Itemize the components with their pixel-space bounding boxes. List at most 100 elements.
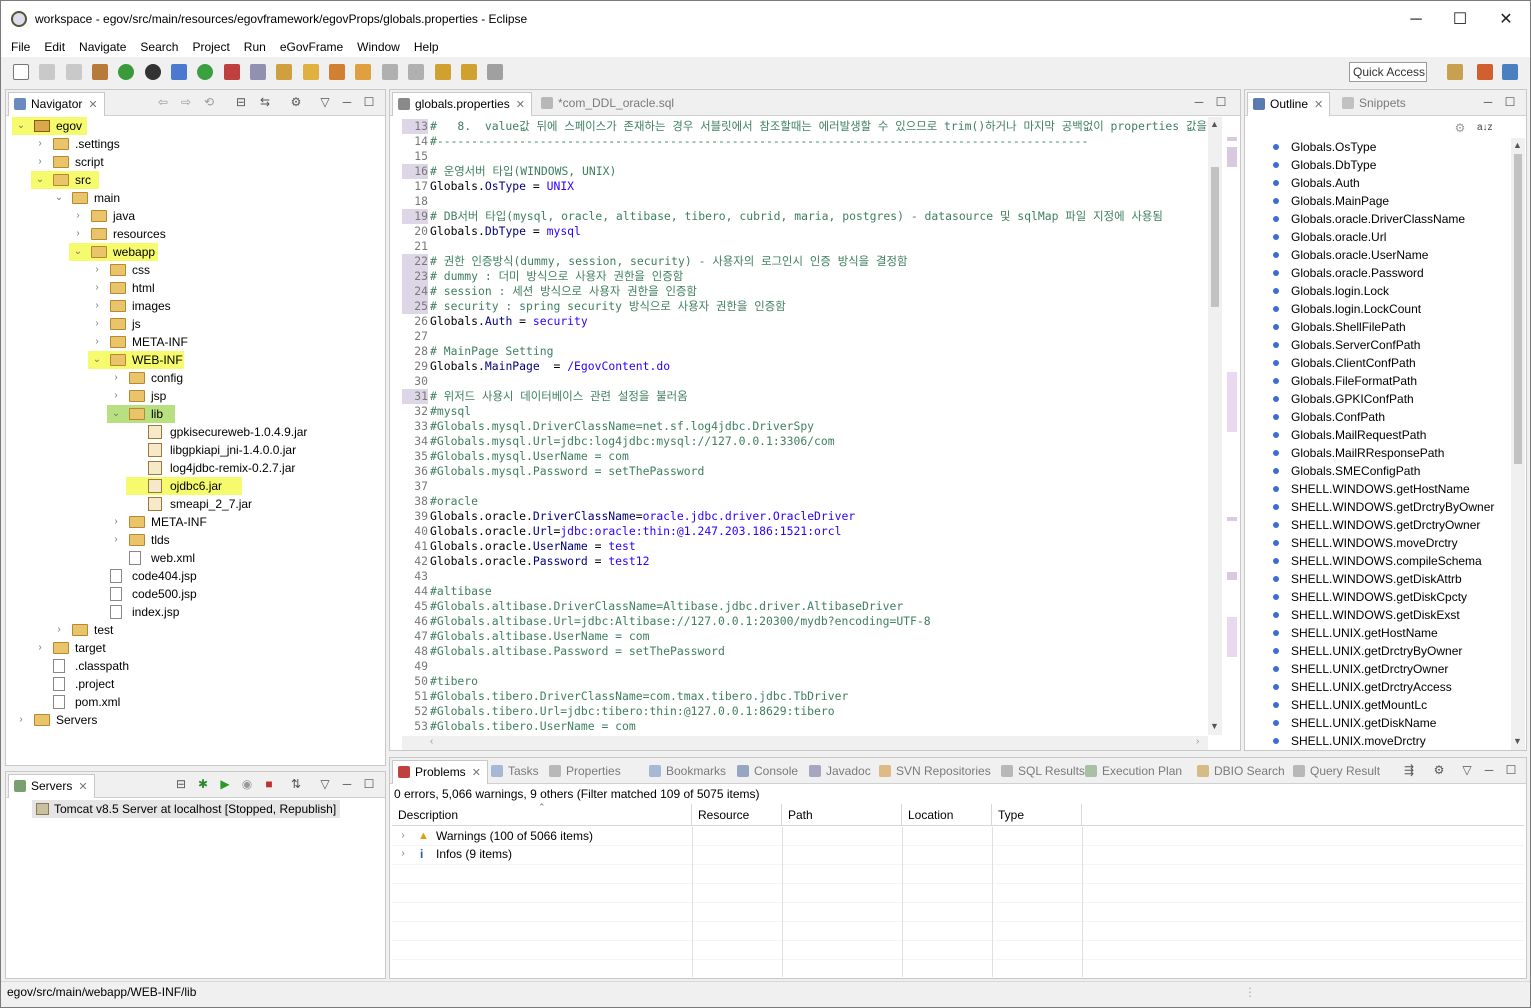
chevron-right-icon[interactable]: › [92,315,102,333]
filter-icon[interactable]: ⚙ [1453,122,1467,134]
prev-annotation-icon[interactable] [408,64,425,80]
outline-item[interactable]: SHELL.WINDOWS.getDrctryByOwner [1273,498,1494,516]
scroll-left-icon[interactable]: ‹ [430,736,433,747]
code-line[interactable]: #Globals.mysql.UserName = com [430,449,629,464]
chevron-down-icon[interactable]: ⌄ [73,243,83,261]
tree-item-web-inf[interactable]: ⌄ WEB-INF [92,351,183,369]
tree-item-test[interactable]: › test [56,621,113,639]
scroll-up-icon[interactable]: ▲ [1513,140,1522,150]
code-line[interactable]: Globals.OsType = UNIX [430,179,574,194]
menu-window[interactable]: Window [350,37,407,57]
code-line[interactable]: Globals.DbType = mysql [430,224,581,239]
chevron-down-icon[interactable]: ▽ [1460,764,1474,776]
menu-project[interactable]: Project [185,37,236,57]
tree-item-tlds[interactable]: › tlds [111,531,169,549]
save-icon[interactable] [39,64,56,80]
outline-item[interactable]: Globals.oracle.UserName [1273,246,1428,264]
outline-item[interactable]: Globals.DbType [1273,156,1376,174]
code-line[interactable]: #---------------------------------------… [430,134,1088,149]
chevron-down-icon[interactable]: ⌄ [16,117,26,135]
tree-item-resources[interactable]: › resources [75,225,165,243]
tree-item-smeapi-2-7-jar[interactable]: smeapi_2_7.jar [132,495,252,513]
code-line[interactable]: #Globals.altibase.UserName = com [430,629,649,644]
tree-item-src[interactable]: ⌄ src [36,171,91,189]
chevron-right-icon[interactable]: › [111,531,121,549]
tree-item-lib[interactable]: ⌄ lib [112,405,163,423]
tab-svn-repositories[interactable]: SVN Repositories [874,760,997,784]
tree-item-pom-xml[interactable]: pom.xml [37,693,120,711]
minimize-view-icon[interactable]: ─ [340,778,354,790]
chevron-right-icon[interactable]: › [35,153,45,171]
next-annotation-icon[interactable] [381,64,398,80]
code-line[interactable]: #Globals.tibero.UserName = com [430,719,636,734]
tree-item-libgpkiapi-jni-1-4-0-0-jar[interactable]: libgpkiapi_jni-1.4.0.0.jar [132,441,296,459]
chevron-down-icon[interactable]: ⌄ [92,351,102,369]
run-icon[interactable] [197,64,214,80]
open-type-icon[interactable] [276,64,293,80]
code-line[interactable]: #Globals.mysql.DriverClassName=net.sf.lo… [430,419,814,434]
chevron-right-icon[interactable]: › [92,333,102,351]
code-line[interactable]: Globals.oracle.Password = test12 [430,554,649,569]
maximize-view-icon[interactable]: ☐ [1214,96,1228,108]
tab-globals-properties[interactable]: globals.properties ✕ [392,92,532,116]
outline-item[interactable]: SHELL.UNIX.getDrctryOwner [1273,660,1448,678]
outline-item[interactable]: Globals.MainPage [1273,192,1389,210]
outline-item[interactable]: SHELL.WINDOWS.getHostName [1273,480,1470,498]
code-line[interactable]: #oracle [430,494,478,509]
tasks-icon[interactable] [355,64,372,80]
outline-item[interactable]: SHELL.WINDOWS.compileSchema [1273,552,1482,570]
tree-item-gpkisecureweb-1-0-4-9-jar[interactable]: gpkisecureweb-1.0.4.9.jar [132,423,307,441]
tree-item-code404-jsp[interactable]: code404.jsp [94,567,197,585]
chevron-right-icon[interactable]: › [92,279,102,297]
column-type[interactable]: Type [992,804,1082,826]
outline-item[interactable]: Globals.GPKIConfPath [1273,390,1414,408]
code-line[interactable]: # MainPage Setting [430,344,553,359]
open-perspective-icon[interactable] [1447,64,1463,80]
chevron-right-icon[interactable]: › [16,711,26,729]
chevron-right-icon[interactable]: › [92,297,102,315]
tab-console[interactable]: Console [732,760,804,784]
close-icon[interactable]: ✕ [1314,99,1323,111]
tree-item-index-jsp[interactable]: index.jsp [94,603,179,621]
tab-sql-results[interactable]: SQL Results [996,760,1091,784]
tree-item-script[interactable]: › script [35,153,103,171]
debug-profile-icon[interactable] [144,64,161,80]
link-editor-icon[interactable]: ⇆ [258,96,272,108]
filter-icon[interactable]: ⚙ [1432,764,1446,776]
minimize-view-icon[interactable]: ─ [340,96,354,108]
code-line[interactable]: # 위저드 사용시 데이터베이스 관련 설정을 불러옴 [430,389,688,404]
outline-vertical-scrollbar[interactable]: ▲ ▼ [1511,138,1525,750]
menu-file[interactable]: File [1,37,37,57]
code-line[interactable]: Globals.oracle.DriverClassName=oracle.jd… [430,509,855,524]
tree-item-settings[interactable]: › .settings [37,135,119,153]
chevron-down-icon[interactable]: ⌄ [54,189,64,207]
open-resource-icon[interactable] [302,64,319,80]
tree-item-ojdbc6-jar[interactable]: ojdbc6.jar [132,477,222,495]
outline-item[interactable]: Globals.oracle.Password [1273,264,1424,282]
code-line[interactable]: #Globals.altibase.DriverClassName=Altiba… [430,599,903,614]
chevron-right-icon[interactable]: › [398,827,408,845]
quick-access-field[interactable]: Quick Access [1349,62,1427,82]
menu-navigate[interactable]: Navigate [72,37,133,57]
sort-alpha-icon[interactable]: a↓z [1477,122,1493,134]
tab-properties[interactable]: Properties [544,760,627,784]
refresh-icon[interactable] [118,64,135,80]
outline-item[interactable]: Globals.SMEConfigPath [1273,462,1420,480]
problems-row-infos[interactable]: › i Infos (9 items) [392,845,512,863]
column-resource[interactable]: Resource [692,804,782,826]
server-entry[interactable]: Tomcat v8.5 Server at localhost [Stopped… [32,800,341,818]
minimize-view-icon[interactable]: ─ [1192,96,1206,108]
tree-item-html[interactable]: › html [92,279,154,297]
minimize-view-icon[interactable]: ─ [1481,96,1495,108]
code-line[interactable]: Globals.oracle.UserName = test [430,539,636,554]
tree-item-egov[interactable]: ⌄ egov [16,117,82,135]
chevron-down-icon[interactable]: ▽ [318,96,332,108]
maximize-view-icon[interactable]: ☐ [1504,764,1518,776]
code-line[interactable]: #Globals.mysql.Url=jdbc:log4jdbc:mysql:/… [430,434,835,449]
close-icon[interactable]: ✕ [516,99,525,111]
tree-item-images[interactable]: › images [92,297,170,315]
code-line[interactable]: #Globals.tibero.Url=jdbc:tibero:thin:@12… [430,704,835,719]
code-line[interactable]: # 8. value값 뒤에 스페이스가 존재하는 경우 서블릿에서 참조할때는… [430,119,1208,134]
search-tool-icon[interactable] [329,64,346,80]
tab-javadoc[interactable]: Javadoc [804,760,877,784]
